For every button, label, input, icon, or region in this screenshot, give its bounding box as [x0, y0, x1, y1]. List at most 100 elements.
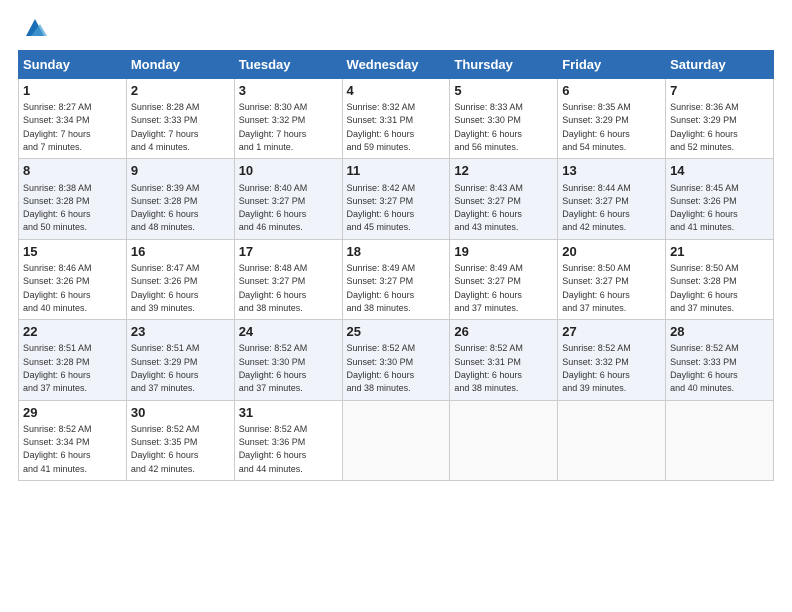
day-number: 11: [347, 162, 446, 180]
calendar-cell: [342, 400, 450, 480]
calendar-cell: 7Sunrise: 8:36 AMSunset: 3:29 PMDaylight…: [666, 79, 774, 159]
calendar-cell: 5 Sunrise: 8:33 AMSunset: 3:30 PMDaylight…: [450, 79, 558, 159]
calendar-cell: 19Sunrise: 8:49 AMSunset: 3:27 PMDayligh…: [450, 239, 558, 319]
calendar-cell: 6 Sunrise: 8:35 AMSunset: 3:29 PMDaylight…: [558, 79, 666, 159]
day-number: 6: [562, 82, 661, 100]
calendar-cell: 14 Sunrise: 8:45 AMSunset: 3:26 PMDayligh…: [666, 159, 774, 239]
day-info: Sunrise: 8:35 AMSunset: 3:29 PMDaylight:…: [562, 102, 631, 152]
calendar-week-3: 15 Sunrise: 8:46 AMSunset: 3:26 PMDayligh…: [19, 239, 774, 319]
calendar-cell: 4 Sunrise: 8:32 AMSunset: 3:31 PMDaylight…: [342, 79, 450, 159]
day-info: Sunrise: 8:52 AMSunset: 3:31 PMDaylight:…: [454, 343, 523, 393]
day-number: 23: [131, 323, 230, 341]
day-number: 13: [562, 162, 661, 180]
day-number: 20: [562, 243, 661, 261]
day-info: Sunrise: 8:51 AMSunset: 3:28 PMDaylight:…: [23, 343, 92, 393]
calendar-cell: 29 Sunrise: 8:52 AMSunset: 3:34 PMDayligh…: [19, 400, 127, 480]
calendar-cell: 26 Sunrise: 8:52 AMSunset: 3:31 PMDayligh…: [450, 320, 558, 400]
day-number: 4: [347, 82, 446, 100]
day-info: Sunrise: 8:42 AMSunset: 3:27 PMDaylight:…: [347, 183, 416, 233]
calendar-cell: 17 Sunrise: 8:48 AMSunset: 3:27 PMDayligh…: [234, 239, 342, 319]
calendar-cell: 23 Sunrise: 8:51 AMSunset: 3:29 PMDayligh…: [126, 320, 234, 400]
day-info: Sunrise: 8:40 AMSunset: 3:27 PMDaylight:…: [239, 183, 308, 233]
logo-icon: [21, 14, 49, 42]
calendar-cell: 28 Sunrise: 8:52 AMSunset: 3:33 PMDayligh…: [666, 320, 774, 400]
calendar-header-row: SundayMondayTuesdayWednesdayThursdayFrid…: [19, 51, 774, 79]
day-header-tuesday: Tuesday: [234, 51, 342, 79]
calendar-cell: 18 Sunrise: 8:49 AMSunset: 3:27 PMDayligh…: [342, 239, 450, 319]
day-number: 22: [23, 323, 122, 341]
day-number: 18: [347, 243, 446, 261]
day-number: 17: [239, 243, 338, 261]
day-info: Sunrise: 8:52 AMSunset: 3:30 PMDaylight:…: [347, 343, 416, 393]
day-number: 28: [670, 323, 769, 341]
day-number: 21: [670, 243, 769, 261]
day-number: 31: [239, 404, 338, 422]
calendar-week-5: 29 Sunrise: 8:52 AMSunset: 3:34 PMDayligh…: [19, 400, 774, 480]
day-number: 15: [23, 243, 122, 261]
calendar-cell: 30 Sunrise: 8:52 AMSunset: 3:35 PMDayligh…: [126, 400, 234, 480]
day-info: Sunrise: 8:49 AMSunset: 3:27 PMDaylight:…: [347, 263, 416, 313]
calendar-cell: [558, 400, 666, 480]
day-info: Sunrise: 8:38 AMSunset: 3:28 PMDaylight:…: [23, 183, 92, 233]
day-info: Sunrise: 8:43 AMSunset: 3:27 PMDaylight:…: [454, 183, 523, 233]
calendar-cell: 22 Sunrise: 8:51 AMSunset: 3:28 PMDayligh…: [19, 320, 127, 400]
day-number: 26: [454, 323, 553, 341]
calendar-cell: 3 Sunrise: 8:30 AMSunset: 3:32 PMDaylight…: [234, 79, 342, 159]
calendar-page: SundayMondayTuesdayWednesdayThursdayFrid…: [0, 0, 792, 612]
calendar-cell: 21 Sunrise: 8:50 AMSunset: 3:28 PMDayligh…: [666, 239, 774, 319]
calendar-cell: 20Sunrise: 8:50 AMSunset: 3:27 PMDayligh…: [558, 239, 666, 319]
day-info: Sunrise: 8:52 AMSunset: 3:30 PMDaylight:…: [239, 343, 308, 393]
day-info: Sunrise: 8:48 AMSunset: 3:27 PMDaylight:…: [239, 263, 308, 313]
day-number: 12: [454, 162, 553, 180]
day-info: Sunrise: 8:52 AMSunset: 3:34 PMDaylight:…: [23, 424, 92, 474]
day-info: Sunrise: 8:52 AMSunset: 3:35 PMDaylight:…: [131, 424, 200, 474]
day-info: Sunrise: 8:27 AMSunset: 3:34 PMDaylight:…: [23, 102, 92, 152]
day-info: Sunrise: 8:33 AMSunset: 3:30 PMDaylight:…: [454, 102, 523, 152]
calendar-cell: 31Sunrise: 8:52 AMSunset: 3:36 PMDayligh…: [234, 400, 342, 480]
day-number: 7: [670, 82, 769, 100]
day-number: 27: [562, 323, 661, 341]
calendar-cell: 15 Sunrise: 8:46 AMSunset: 3:26 PMDayligh…: [19, 239, 127, 319]
calendar-table: SundayMondayTuesdayWednesdayThursdayFrid…: [18, 50, 774, 481]
calendar-cell: 1 Sunrise: 8:27 AMSunset: 3:34 PMDaylight…: [19, 79, 127, 159]
day-number: 30: [131, 404, 230, 422]
calendar-cell: 13 Sunrise: 8:44 AMSunset: 3:27 PMDayligh…: [558, 159, 666, 239]
day-number: 25: [347, 323, 446, 341]
logo: [18, 14, 49, 42]
day-header-friday: Friday: [558, 51, 666, 79]
day-number: 14: [670, 162, 769, 180]
day-info: Sunrise: 8:32 AMSunset: 3:31 PMDaylight:…: [347, 102, 416, 152]
day-info: Sunrise: 8:39 AMSunset: 3:28 PMDaylight:…: [131, 183, 200, 233]
day-info: Sunrise: 8:52 AMSunset: 3:33 PMDaylight:…: [670, 343, 739, 393]
day-info: Sunrise: 8:30 AMSunset: 3:32 PMDaylight:…: [239, 102, 308, 152]
day-info: Sunrise: 8:45 AMSunset: 3:26 PMDaylight:…: [670, 183, 739, 233]
day-number: 10: [239, 162, 338, 180]
day-info: Sunrise: 8:47 AMSunset: 3:26 PMDaylight:…: [131, 263, 200, 313]
day-header-thursday: Thursday: [450, 51, 558, 79]
day-header-monday: Monday: [126, 51, 234, 79]
day-info: Sunrise: 8:46 AMSunset: 3:26 PMDaylight:…: [23, 263, 92, 313]
day-number: 29: [23, 404, 122, 422]
day-number: 1: [23, 82, 122, 100]
day-number: 2: [131, 82, 230, 100]
calendar-cell: 16 Sunrise: 8:47 AMSunset: 3:26 PMDayligh…: [126, 239, 234, 319]
day-info: Sunrise: 8:28 AMSunset: 3:33 PMDaylight:…: [131, 102, 200, 152]
day-header-wednesday: Wednesday: [342, 51, 450, 79]
day-info: Sunrise: 8:50 AMSunset: 3:28 PMDaylight:…: [670, 263, 739, 313]
day-number: 9: [131, 162, 230, 180]
day-info: Sunrise: 8:44 AMSunset: 3:27 PMDaylight:…: [562, 183, 631, 233]
day-header-saturday: Saturday: [666, 51, 774, 79]
calendar-cell: 25 Sunrise: 8:52 AMSunset: 3:30 PMDayligh…: [342, 320, 450, 400]
day-number: 5: [454, 82, 553, 100]
calendar-week-2: 8Sunrise: 8:38 AMSunset: 3:28 PMDaylight…: [19, 159, 774, 239]
calendar-week-1: 1 Sunrise: 8:27 AMSunset: 3:34 PMDaylight…: [19, 79, 774, 159]
calendar-cell: [666, 400, 774, 480]
day-number: 16: [131, 243, 230, 261]
calendar-cell: 27Sunrise: 8:52 AMSunset: 3:32 PMDayligh…: [558, 320, 666, 400]
calendar-cell: 12 Sunrise: 8:43 AMSunset: 3:27 PMDayligh…: [450, 159, 558, 239]
calendar-cell: 11 Sunrise: 8:42 AMSunset: 3:27 PMDayligh…: [342, 159, 450, 239]
calendar-cell: 24Sunrise: 8:52 AMSunset: 3:30 PMDayligh…: [234, 320, 342, 400]
day-info: Sunrise: 8:49 AMSunset: 3:27 PMDaylight:…: [454, 263, 523, 313]
day-number: 3: [239, 82, 338, 100]
day-info: Sunrise: 8:51 AMSunset: 3:29 PMDaylight:…: [131, 343, 200, 393]
